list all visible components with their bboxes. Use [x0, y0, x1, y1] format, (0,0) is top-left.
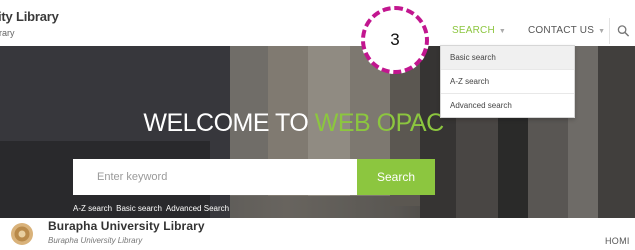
menu-item-az-search[interactable]: A-Z search [441, 70, 574, 94]
step-callout: 3 [361, 6, 429, 74]
step-number: 3 [390, 30, 400, 49]
search-dropdown-menu: Basic search A-Z search Advanced search [440, 45, 575, 118]
menu-item-basic-search[interactable]: Basic search [441, 46, 574, 70]
footer-library-title[interactable]: Burapha University Library [48, 219, 205, 233]
keyword-search-input[interactable] [95, 159, 349, 195]
chevron-down-icon: ▼ [498, 28, 507, 35]
quick-link-basic[interactable]: Basic search [116, 204, 162, 213]
search-icon[interactable] [617, 24, 630, 38]
welcome-highlight: WEB OPAC [314, 109, 444, 137]
search-button[interactable]: Search [357, 159, 435, 195]
nav-divider [609, 18, 610, 44]
nav-search-menu[interactable]: SEARCH ▼ [452, 25, 506, 36]
footer-library-subtitle: Burapha University Library [48, 236, 143, 245]
bottom-bar: Burapha University Library Burapha Unive… [0, 218, 635, 250]
site-header: ity Library rary SEARCH ▼ CONTACT US ▼ [0, 0, 635, 46]
chevron-down-icon: ▼ [598, 28, 606, 35]
site-title[interactable]: ity Library [0, 9, 59, 24]
nav-home-link[interactable]: HOMI [605, 236, 630, 246]
quick-link-advanced[interactable]: Advanced Search [166, 204, 229, 213]
search-field-container [73, 159, 357, 195]
welcome-prefix: WELCOME TO [143, 109, 315, 137]
menu-item-advanced-search[interactable]: Advanced search [441, 94, 574, 117]
quick-links: A-Z search Basic search Advanced Search [73, 204, 233, 213]
site-subtitle: rary [0, 28, 15, 38]
nav-search-label: SEARCH [452, 25, 495, 36]
university-logo [11, 223, 33, 245]
nav-contact-label: CONTACT US [528, 25, 595, 36]
quick-link-az[interactable]: A-Z search [73, 204, 112, 213]
nav-contact-menu[interactable]: CONTACT US ▼ [528, 25, 605, 36]
